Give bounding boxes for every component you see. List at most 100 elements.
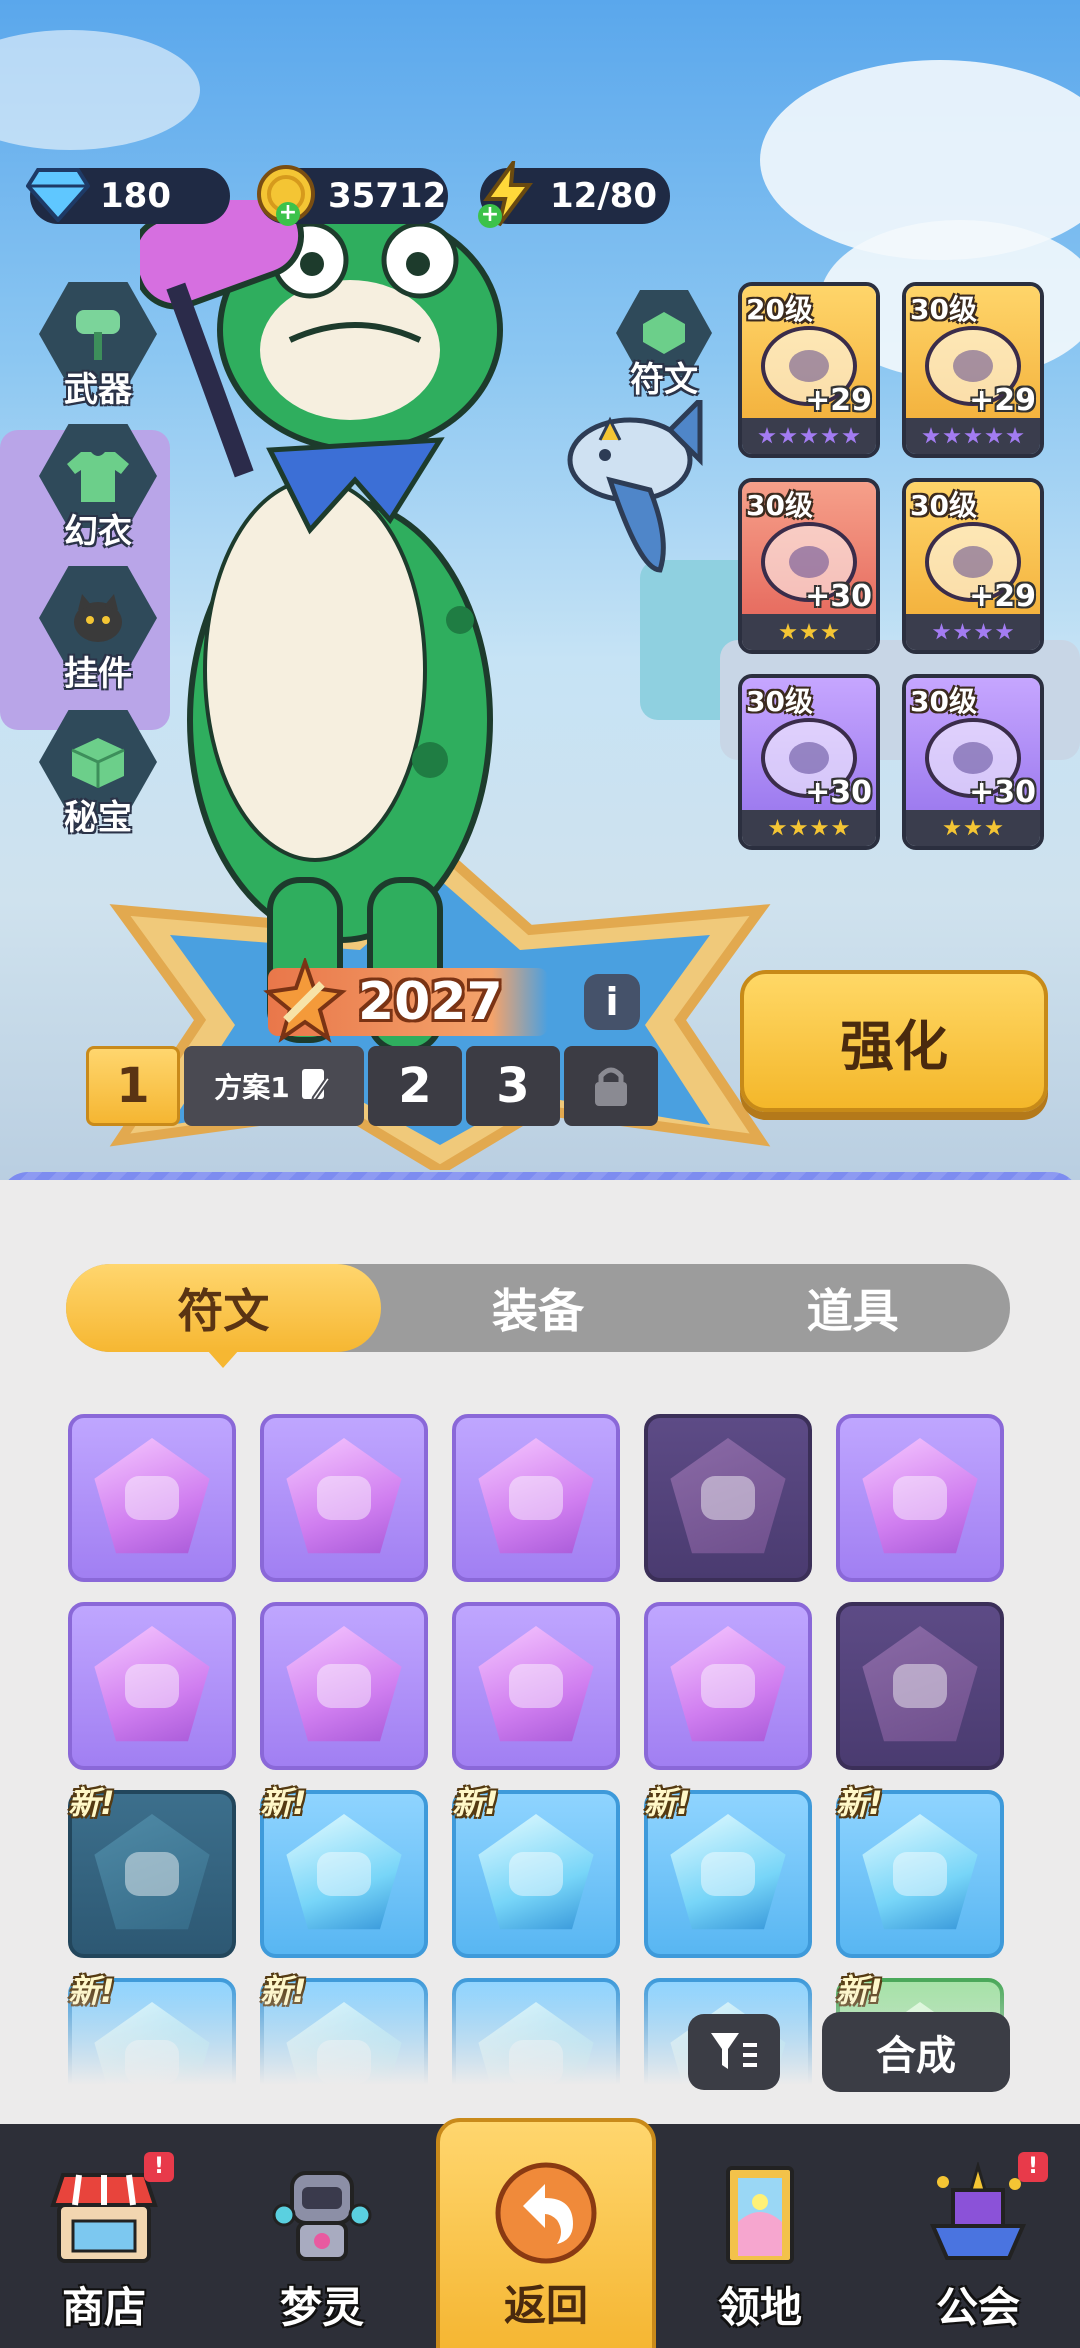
rune-slot[interactable]: 新! xyxy=(452,1784,620,1958)
rune-slot[interactable]: 新! xyxy=(836,1784,1004,1958)
nav-spirit[interactable]: 梦灵 xyxy=(222,2124,422,2348)
star-icon xyxy=(932,623,951,640)
pet-fish[interactable] xyxy=(550,400,720,590)
energy-counter[interactable]: + 12/80 xyxy=(478,161,670,228)
weapon-label: 武器 xyxy=(64,370,132,410)
rune-gem-icon xyxy=(94,1814,210,1930)
info-button[interactable]: i xyxy=(584,974,640,1030)
star-icon xyxy=(953,623,972,640)
equipment-stars xyxy=(742,418,876,454)
rune-slot[interactable] xyxy=(644,1414,812,1582)
gem-counter[interactable]: 180 xyxy=(26,168,230,224)
rune-gem-icon xyxy=(286,1626,402,1742)
new-tag: 新! xyxy=(452,1784,499,1822)
nav-back-label: 返回 xyxy=(503,2281,588,2330)
plan-3-button[interactable]: 3 xyxy=(466,1046,560,1126)
rune-slot[interactable] xyxy=(68,1602,236,1770)
lightning-icon: + xyxy=(470,156,546,232)
costume-label: 幻衣 xyxy=(64,512,132,552)
star-icon xyxy=(768,819,787,836)
star-icon xyxy=(758,427,776,444)
star-icon xyxy=(1006,427,1024,444)
rune-symbol xyxy=(893,1476,947,1520)
plan-1-button[interactable]: 1 xyxy=(86,1046,180,1126)
plan-1-number: 1 xyxy=(116,1058,150,1114)
costume-button[interactable]: 幻衣 xyxy=(38,424,158,553)
new-tag: 新! xyxy=(836,1784,883,1822)
rune-slot[interactable] xyxy=(644,1602,812,1770)
nav-shop-label: 商店 xyxy=(61,2283,146,2332)
rune-slot[interactable]: 新! xyxy=(644,1784,812,1958)
rune-slot[interactable] xyxy=(260,1602,428,1770)
star-icon xyxy=(821,623,839,640)
star-icon xyxy=(985,819,1003,836)
nav-shop[interactable]: ! 商店 xyxy=(4,2124,204,2348)
pendant-button[interactable]: 挂件 xyxy=(38,566,158,695)
gold-counter[interactable]: + 35712 xyxy=(257,165,448,226)
plan-locked-button[interactable] xyxy=(564,1046,658,1126)
combine-button[interactable]: 合成 xyxy=(822,2012,1010,2092)
equipment-card[interactable]: 30级 +30 xyxy=(738,674,880,850)
rune-symbol xyxy=(701,1664,755,1708)
equipment-enhance-level: +30 xyxy=(805,579,872,614)
star-icon xyxy=(800,623,818,640)
energy-amount: 12/80 xyxy=(550,176,658,216)
equipment-stars xyxy=(906,614,1040,650)
star-icon xyxy=(943,819,961,836)
frog-character[interactable] xyxy=(140,200,590,1060)
equipment-card[interactable]: 30级 +30 xyxy=(738,478,880,654)
equipment-level: 30级 xyxy=(746,685,813,718)
lock-icon xyxy=(595,1067,627,1106)
rune-slot[interactable] xyxy=(68,1414,236,1582)
equipment-card[interactable]: 30级 +29 xyxy=(902,282,1044,458)
star-icon xyxy=(800,427,818,444)
enhance-button[interactable]: 强化 xyxy=(740,970,1048,1112)
rune-gem-icon xyxy=(862,1626,978,1742)
nav-guild[interactable]: ! 公会 xyxy=(878,2124,1078,2348)
tab-equipment[interactable]: 装备 xyxy=(381,1264,696,1352)
rune-symbol xyxy=(701,1852,755,1896)
gem-amount: 180 xyxy=(100,176,171,216)
rune-slot[interactable] xyxy=(260,1414,428,1582)
rune-button[interactable]: 符文 xyxy=(604,290,724,401)
star-icon xyxy=(779,427,797,444)
rune-gem-icon xyxy=(286,1438,402,1554)
equipment-level: 30级 xyxy=(910,685,977,718)
rune-slot[interactable] xyxy=(836,1414,1004,1582)
weapon-button[interactable]: 武器 xyxy=(38,282,158,411)
equipment-level: 30级 xyxy=(910,489,977,522)
star-icon xyxy=(964,819,982,836)
equipment-card[interactable]: 30级 +29 xyxy=(902,478,1044,654)
rune-slot[interactable] xyxy=(452,1602,620,1770)
equipment-card[interactable]: 30级 +30 xyxy=(902,674,1044,850)
star-icon xyxy=(789,819,808,836)
filter-button[interactable] xyxy=(688,2014,780,2090)
rune-symbol xyxy=(317,1664,371,1708)
new-tag: 新! xyxy=(68,1784,115,1822)
equipment-card[interactable]: 20级 +29 xyxy=(738,282,880,458)
rune-gem-icon xyxy=(286,1814,402,1930)
plan-2-button[interactable]: 2 xyxy=(368,1046,462,1126)
equipment-level: 20级 xyxy=(746,293,813,326)
rune-symbol xyxy=(317,1852,371,1896)
rune-symbol xyxy=(509,1852,563,1896)
rune-slot[interactable]: 新! xyxy=(260,1784,428,1958)
add-energy-icon[interactable]: + xyxy=(478,204,502,228)
plan-name-button[interactable]: 方案1 xyxy=(184,1046,364,1126)
rune-slot[interactable] xyxy=(836,1602,1004,1770)
star-icon xyxy=(922,427,940,444)
treasure-button[interactable]: 秘宝 xyxy=(38,710,158,839)
shop-badge: ! xyxy=(144,2152,174,2182)
nav-guild-label: 公会 xyxy=(935,2283,1020,2332)
rune-slot[interactable]: 新! xyxy=(68,1784,236,1958)
nav-back[interactable]: 返回 xyxy=(436,2118,656,2348)
tab-items[interactable]: 道具 xyxy=(695,1264,1010,1352)
add-gold-icon[interactable]: + xyxy=(276,202,300,226)
rune-gem-icon xyxy=(670,1438,786,1554)
gold-coin-icon: + xyxy=(248,156,324,232)
star-icon xyxy=(831,819,850,836)
rune-slot[interactable] xyxy=(452,1414,620,1582)
tab-runes[interactable]: 符文 xyxy=(66,1264,381,1368)
nav-territory[interactable]: 领地 xyxy=(660,2124,860,2348)
rune-symbol xyxy=(125,1476,179,1520)
